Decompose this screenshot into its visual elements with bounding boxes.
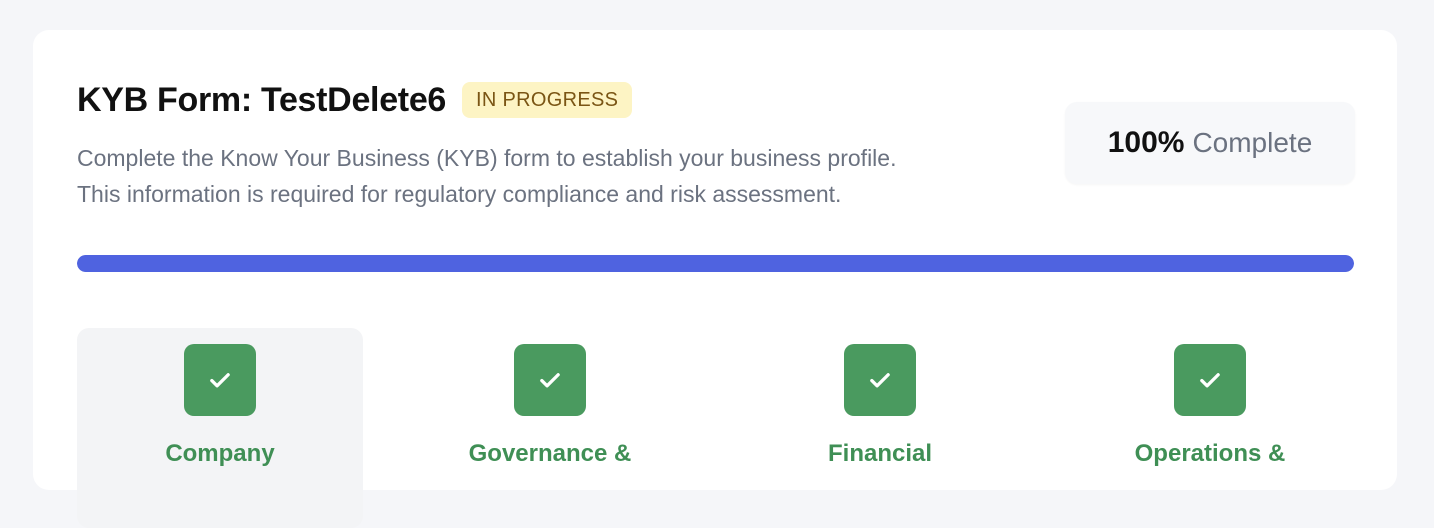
step-status-indicator — [184, 344, 256, 416]
step-item[interactable]: Financial — [737, 328, 1023, 528]
check-icon — [1200, 373, 1220, 388]
kyb-form-card: KYB Form: TestDelete6 IN PROGRESS Comple… — [33, 30, 1397, 528]
status-badge: IN PROGRESS — [462, 82, 633, 118]
check-icon — [540, 373, 560, 388]
completion-summary: 100% Complete — [1065, 102, 1355, 184]
page-title: KYB Form: TestDelete6 — [77, 80, 447, 119]
completion-label: Complete — [1192, 127, 1313, 158]
title-row: KYB Form: TestDelete6 IN PROGRESS — [77, 80, 1037, 120]
step-list: Company Governance & Financial Operations & — [77, 328, 1354, 528]
step-status-indicator — [1174, 344, 1246, 416]
completion-percent: 100% — [1107, 126, 1185, 159]
step-item[interactable]: Company — [77, 328, 363, 528]
description-line-1: Complete the Know Your Business (KYB) fo… — [77, 145, 897, 171]
step-status-indicator — [844, 344, 916, 416]
check-icon — [210, 373, 230, 388]
form-description: Complete the Know Your Business (KYB) fo… — [77, 140, 1037, 212]
step-status-indicator — [514, 344, 586, 416]
step-item[interactable]: Operations & — [1067, 328, 1353, 528]
step-item[interactable]: Governance & — [407, 328, 693, 528]
progress-bar-fill — [77, 255, 1354, 272]
form-header: KYB Form: TestDelete6 IN PROGRESS Comple… — [77, 80, 1037, 212]
progress-bar — [77, 255, 1354, 272]
description-line-2: This information is required for regulat… — [77, 181, 842, 207]
check-icon — [870, 373, 890, 388]
